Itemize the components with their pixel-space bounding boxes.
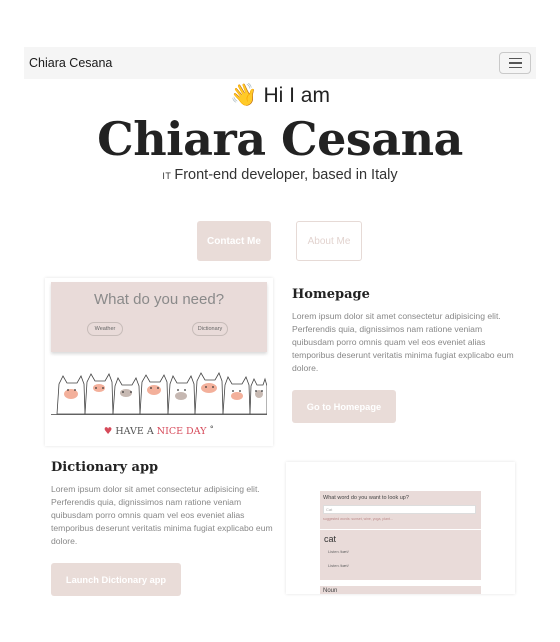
noun-label: Noun [323,588,338,594]
dictionary-search-panel: What word do you want to look up? Cat su… [320,491,481,529]
banner-have: HAVE A [115,426,154,437]
hero-subtitle: IT Front-end developer, based in Italy [0,167,560,183]
navbar-brand[interactable]: Chiara Cesana [29,56,112,70]
dictionary-question: What word do you want to look up? [323,495,409,501]
banner-nice-day: NICE DAY [156,426,207,437]
homepage-title: Homepage [292,287,370,302]
dictionary-noun-panel: Noun [320,586,481,594]
subtitle-text: Front-end developer, based in Italy [174,167,398,183]
need-panel-title: What do you need? [93,291,225,308]
hero-name: Chiara Cesana [97,112,463,166]
hamburger-menu-icon[interactable] [499,52,531,74]
homepage-description: Lorem ipsum dolor sit amet consectetur a… [292,311,514,373]
navbar: Chiara Cesana [24,47,536,79]
need-panel: What do you need? Weather Dictionary [51,282,267,352]
weather-pill: Weather [87,322,123,336]
homepage-preview-image[interactable]: What do you need? Weather Dictionary ♥ H… [45,278,273,446]
nice-day-banner: ♥ HAVE A NICE DAY ˚ [103,426,215,437]
waving-hand-icon: 👋 [230,82,258,107]
dictionary-preview-image[interactable]: What word do you want to look up? Cat su… [286,462,515,594]
go-to-homepage-button[interactable]: Go to Homepage [292,390,396,423]
launch-dictionary-button[interactable]: Launch Dictionary app [51,563,181,596]
result-word: cat [324,534,337,544]
greeting-text: Hi I am [263,84,330,107]
dictionary-hint: suggested words: sunset, wine, yoga, pla… [323,517,393,521]
dictionary-title: Dictionary app [51,460,159,475]
about-me-button[interactable]: About Me [296,221,362,261]
hero-greeting: 👋 Hi I am [0,82,560,108]
subtitle-prefix: IT [162,171,172,181]
cats-illustration [51,372,267,415]
dictionary-preview-input: Cat [323,505,476,514]
dictionary-result-panel: cat Listen /kæt/ Listen /kæt/ [320,530,481,580]
contact-me-button[interactable]: Contact Me [197,221,271,261]
dictionary-pill: Dictionary [192,322,228,336]
result-phonetic-1: Listen /kæt/ [328,549,349,554]
result-phonetic-2: Listen /kæt/ [328,563,349,568]
dictionary-description: Lorem ipsum dolor sit amet consectetur a… [51,484,273,546]
